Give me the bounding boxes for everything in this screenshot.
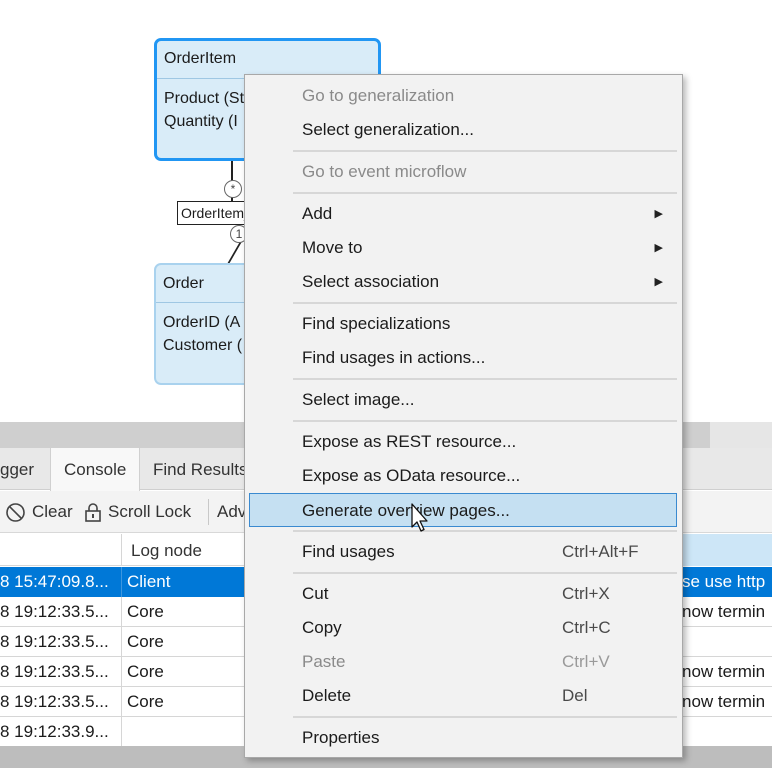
cell-separator [121,717,122,747]
tab-debugger[interactable]: gger [0,448,34,490]
clear-icon [6,502,25,522]
scroll-lock-button[interactable]: Scroll Lock [84,491,191,533]
menu-item-copy[interactable]: Copy Ctrl+C [249,611,677,645]
cell-log-node: Core [127,662,164,681]
menu-separator [293,150,677,152]
advanced-button[interactable]: Adv [217,491,246,533]
shortcut-copy: Ctrl+C [562,618,611,637]
menu-item-go-to-event-microflow[interactable]: Go to event microflow [249,155,677,189]
cell-message: now termin [682,662,766,681]
menu-item-paste[interactable]: Paste Ctrl+V [249,645,677,679]
menu-item-move-to[interactable]: Move to ▶ [249,231,677,265]
column-header-log-node[interactable]: Log node [131,534,202,568]
cell-time: 8 15:47:09.8... [0,572,109,591]
submenu-arrow-icon: ▶ [654,242,663,254]
cell-separator [121,627,122,657]
cell-log-node: Core [127,602,164,621]
cell-separator [121,687,122,717]
menu-item-find-specializations[interactable]: Find specializations [249,307,677,341]
menu-separator [293,530,677,532]
cell-separator [121,597,122,627]
cell-log-node: Core [127,632,164,651]
menu-separator [293,716,677,718]
menu-item-properties[interactable]: Properties [249,721,677,755]
menu-item-select-generalization[interactable]: Select generalization... [249,113,677,147]
cell-time: 8 19:12:33.5... [0,632,109,651]
menu-item-cut[interactable]: Cut Ctrl+X [249,577,677,611]
menu-item-delete[interactable]: Delete Del [249,679,677,713]
shortcut-find-usages: Ctrl+Alt+F [562,542,639,561]
tab-console-label: Console [64,460,127,479]
submenu-arrow-icon: ▶ [654,276,663,288]
clear-button[interactable]: Clear [5,491,73,533]
cell-log-node: Client [127,572,171,591]
cell-time: 8 19:12:33.5... [0,602,109,621]
menu-item-find-usages-in-actions[interactable]: Find usages in actions... [249,341,677,375]
cell-separator [121,567,122,597]
menu-separator [293,420,677,422]
shortcut-cut: Ctrl+X [562,584,610,603]
tab-find-results[interactable]: Find Results [153,448,247,490]
submenu-arrow-icon: ▶ [654,208,663,220]
menu-separator [293,572,677,574]
cell-time: 8 19:12:33.5... [0,692,109,711]
clear-label: Clear [32,502,73,521]
menu-separator [293,378,677,380]
shortcut-delete: Del [562,686,588,705]
cell-time: 8 19:12:33.9... [0,722,109,741]
context-menu: Go to generalization Select generalizati… [244,74,683,758]
panel-splitter-end [710,422,772,448]
cell-message: now termin [682,602,766,621]
menu-item-select-association[interactable]: Select association ▶ [249,265,677,299]
menu-item-go-to-generalization[interactable]: Go to generalization [249,79,677,113]
menu-item-find-usages[interactable]: Find usages Ctrl+Alt+F [249,535,677,569]
multiplicity-many: * [224,180,242,198]
menu-item-expose-rest[interactable]: Expose as REST resource... [249,425,677,459]
column-separator [121,534,122,566]
menu-separator [293,302,677,304]
shortcut-paste: Ctrl+V [562,652,610,671]
cell-log-node: Core [127,692,164,711]
menu-item-generate-overview-pages[interactable]: Generate overview pages... [249,493,677,527]
mouse-pointer-icon [411,503,428,532]
scroll-lock-label: Scroll Lock [108,502,192,521]
tab-console[interactable]: Console [50,448,141,491]
cell-time: 8 19:12:33.5... [0,662,109,681]
menu-separator [293,192,677,194]
toolbar-separator [208,499,209,525]
menu-item-expose-odata[interactable]: Expose as OData resource... [249,459,677,493]
column-header-message[interactable] [682,534,772,566]
menu-item-add[interactable]: Add ▶ [249,197,677,231]
cell-message: se use http [682,572,766,591]
lock-icon [85,502,101,522]
menu-item-select-image[interactable]: Select image... [249,383,677,417]
cell-separator [121,657,122,687]
cell-message: now termin [682,692,766,711]
